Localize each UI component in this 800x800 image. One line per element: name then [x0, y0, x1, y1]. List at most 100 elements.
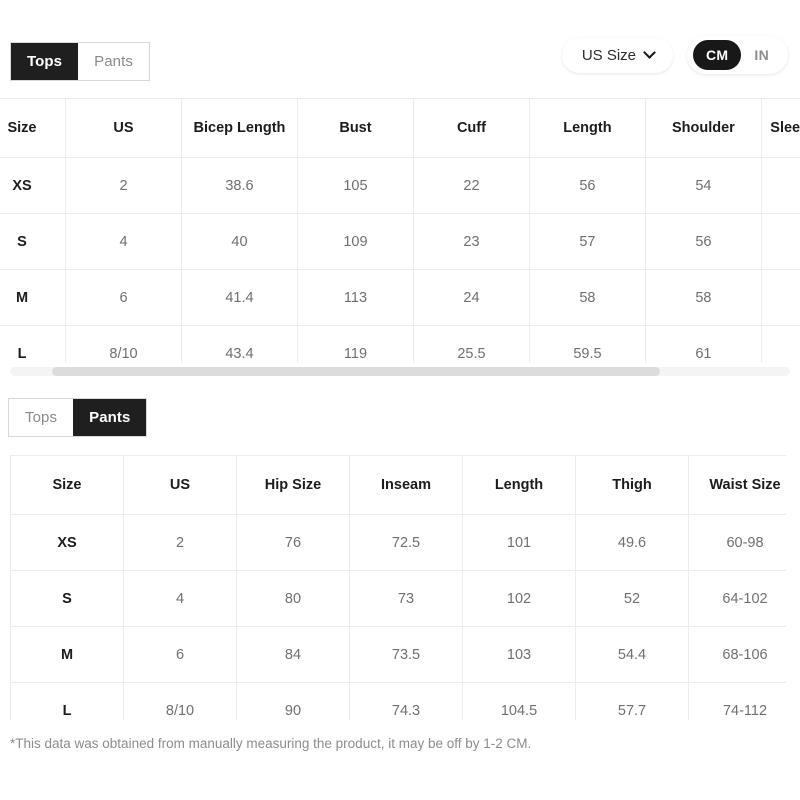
unit-option-in[interactable]: IN	[741, 40, 782, 70]
table-cell: 24	[412, 269, 530, 326]
table-cell: 51.2	[760, 325, 800, 363]
table-cell: 101	[462, 514, 576, 571]
measurement-controls: US Size CM IN	[561, 36, 788, 74]
table-cell: 40	[180, 213, 298, 270]
table-cell: 8/10	[123, 682, 237, 720]
column-header: Waist Size	[688, 455, 786, 515]
table-cell: 103	[462, 626, 576, 683]
pants-section-tab-group: Tops Pants	[8, 398, 148, 437]
table-cell: 4	[65, 213, 182, 270]
tops-section-tab-group: Tops Pants	[10, 42, 150, 81]
column-header: Shoulder	[644, 98, 762, 158]
table-cell: S	[10, 570, 124, 627]
table-cell: 56	[644, 213, 762, 270]
table-cell: 52	[575, 570, 689, 627]
table-cell: 84	[236, 626, 350, 683]
table-cell: 50	[760, 213, 800, 270]
top-controls-bar: Tops Pants US Size CM IN	[0, 0, 800, 92]
chevron-down-icon	[645, 48, 655, 58]
table-cell: 49.6	[575, 514, 689, 571]
table-cell: 58	[528, 269, 646, 326]
table-cell: 41.4	[180, 269, 298, 326]
table-cell: 64-102	[688, 570, 786, 627]
pants-size-table: Size US Hip Size Inseam Length Thigh Wai…	[10, 455, 786, 720]
table-header-row: Size US Hip Size Inseam Length Thigh Wai…	[10, 455, 786, 515]
table-row: S 4 80 73 102 52 64-102	[10, 570, 786, 627]
table-cell: L	[0, 325, 66, 363]
column-header: Length	[462, 455, 576, 515]
horizontal-scrollbar-track[interactable]	[10, 367, 790, 376]
column-header: Hip Size	[236, 455, 350, 515]
table-cell: 113	[296, 269, 414, 326]
size-standard-dropdown[interactable]: US Size	[561, 37, 674, 73]
column-header: Bicep Length	[180, 98, 298, 158]
table-row: M 6 84 73.5 103 54.4 68-106	[10, 626, 786, 683]
table-row: M 6 41.4 113 24 58 58 50.5	[0, 269, 800, 326]
column-header: US	[123, 455, 237, 515]
column-header: Thigh	[575, 455, 689, 515]
table-cell: 68-106	[688, 626, 786, 683]
column-header: Size	[10, 455, 124, 515]
table-cell: XS	[10, 514, 124, 571]
table-cell: 59.5	[528, 325, 646, 363]
unit-toggle: CM IN	[687, 36, 788, 74]
tab-pants[interactable]: Pants	[78, 43, 149, 80]
table-cell: 104.5	[462, 682, 576, 720]
table-cell: M	[10, 626, 124, 683]
table-cell: 60-98	[688, 514, 786, 571]
table-cell: 2	[123, 514, 237, 571]
table-cell: 58	[644, 269, 762, 326]
table-cell: 74.3	[349, 682, 463, 720]
table-cell: 74-112	[688, 682, 786, 720]
size-standard-label: US Size	[581, 46, 637, 64]
unit-option-cm[interactable]: CM	[693, 40, 742, 70]
table-cell: 22	[412, 157, 530, 214]
table-cell: 50.5	[760, 269, 800, 326]
table-cell: 56	[528, 157, 646, 214]
table-row: XS 2 38.6 105 22 56 54 49.5	[0, 157, 800, 214]
column-header: Sleeve Length	[760, 98, 800, 158]
table-cell: 90	[236, 682, 350, 720]
table-cell: 73.5	[349, 626, 463, 683]
table-header-row: Size US Bicep Length Bust Cuff Length Sh…	[0, 98, 800, 158]
column-header: Cuff	[412, 98, 530, 158]
table-cell: 54	[644, 157, 762, 214]
tab-tops[interactable]: Tops	[11, 43, 79, 80]
horizontal-scrollbar-thumb[interactable]	[52, 367, 660, 376]
column-header: Bust	[296, 98, 414, 158]
pants-size-table-scroll-area[interactable]: Size US Hip Size Inseam Length Thigh Wai…	[10, 455, 786, 720]
tab-tops-secondary[interactable]: Tops	[9, 399, 74, 436]
table-row: XS 2 76 72.5 101 49.6 60-98	[10, 514, 786, 571]
table-row: L 8/10 43.4 119 25.5 59.5 61 51.2	[0, 325, 800, 363]
table-cell: 49.5	[760, 157, 800, 214]
table-row: L 8/10 90 74.3 104.5 57.7 74-112	[10, 682, 786, 720]
tops-size-table-scroll-area[interactable]: Size US Bicep Length Bust Cuff Length Sh…	[0, 98, 800, 363]
table-cell: 6	[65, 269, 182, 326]
table-cell: L	[10, 682, 124, 720]
table-cell: S	[0, 213, 66, 270]
table-cell: M	[0, 269, 66, 326]
table-cell: 119	[296, 325, 414, 363]
table-cell: 2	[65, 157, 182, 214]
table-cell: 38.6	[180, 157, 298, 214]
table-cell: 105	[296, 157, 414, 214]
table-cell: 102	[462, 570, 576, 627]
table-row: S 4 40 109 23 57 56 50	[0, 213, 800, 270]
tops-size-table: Size US Bicep Length Bust Cuff Length Sh…	[0, 98, 800, 363]
table-cell: 25.5	[412, 325, 530, 363]
table-cell: XS	[0, 157, 66, 214]
tab-pants-secondary[interactable]: Pants	[73, 399, 147, 436]
table-cell: 43.4	[180, 325, 298, 363]
table-cell: 72.5	[349, 514, 463, 571]
column-header: Inseam	[349, 455, 463, 515]
table-cell: 4	[123, 570, 237, 627]
table-cell: 23	[412, 213, 530, 270]
column-header: Size	[0, 98, 66, 158]
column-header: Length	[528, 98, 646, 158]
table-cell: 61	[644, 325, 762, 363]
table-cell: 109	[296, 213, 414, 270]
table-cell: 6	[123, 626, 237, 683]
table-cell: 57.7	[575, 682, 689, 720]
table-cell: 80	[236, 570, 350, 627]
table-cell: 73	[349, 570, 463, 627]
